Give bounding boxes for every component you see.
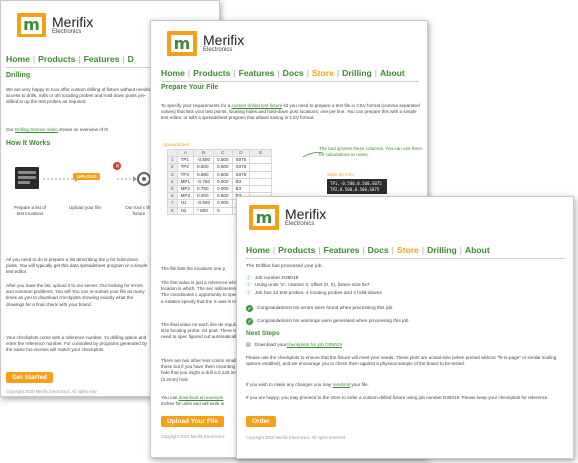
main-nav: Home | Products | Features | D bbox=[6, 54, 134, 64]
sheet-row: 4 MP1 -0.750 0.000 B3 bbox=[167, 177, 273, 186]
check-icon: ✓ bbox=[246, 318, 253, 325]
window-job-processed: m Merifix Electronics Home | Products | Feat… bbox=[236, 196, 574, 459]
logo-mark: m bbox=[249, 205, 279, 230]
nav-docs[interactable]: D bbox=[128, 54, 134, 64]
how-it-works-diagram: ✕ UPLOAD Prepare a list of test location… bbox=[13, 161, 153, 231]
drilling-video-link[interactable]: Drilling Service video bbox=[15, 127, 58, 132]
paragraph-upload: After you have the list, upload it to ou… bbox=[6, 283, 145, 307]
nav-about[interactable]: About bbox=[380, 68, 405, 78]
info-icon: ⓘ bbox=[246, 276, 251, 281]
site-logo[interactable]: m Merifix Electronics bbox=[17, 13, 93, 37]
svg-text:✕: ✕ bbox=[115, 163, 120, 170]
nav-divider bbox=[161, 81, 419, 82]
nav-home[interactable]: Home bbox=[161, 68, 185, 78]
nav-store[interactable]: Store bbox=[312, 68, 334, 78]
site-logo[interactable]: m Merifix Electronics bbox=[167, 31, 244, 56]
site-logo[interactable]: m Merifix Electronics bbox=[249, 205, 326, 230]
nav-features[interactable]: Features bbox=[324, 245, 360, 255]
tool-note: The tool ignores these columns. You can … bbox=[319, 146, 422, 157]
brand-name: Merifix bbox=[52, 13, 94, 30]
paragraph-final-value: The final value on each line de regular … bbox=[161, 322, 243, 340]
intro-text: We are very happy to now offer custom dr… bbox=[6, 87, 153, 105]
nav-products[interactable]: Products bbox=[193, 68, 230, 78]
paragraph-checkplots: Your checkplots come with a reference nu… bbox=[6, 335, 147, 353]
nav-docs[interactable]: Docs bbox=[368, 245, 389, 255]
nav-products[interactable]: Products bbox=[278, 245, 315, 255]
copyright: Copyright 2020 Merifix Electronics bbox=[161, 434, 225, 439]
download-example-link[interactable]: download an example bbox=[179, 395, 224, 400]
paragraph-lists: The file lists the locations one p bbox=[161, 266, 226, 271]
intro-paragraph: To specify your requirements for a custo… bbox=[161, 103, 420, 121]
nav-features[interactable]: Features bbox=[239, 68, 275, 78]
checkplots-link[interactable]: checkplots for job D35019 bbox=[287, 343, 342, 348]
job-details: ⓘ Job number D35019 ⓘ Using units 'in', ro… bbox=[246, 276, 382, 296]
copyright: Copyright 2020 Merifix Electronics. All … bbox=[6, 389, 97, 394]
nav-features[interactable]: Features bbox=[84, 54, 120, 64]
get-started-button[interactable]: Get Started bbox=[6, 372, 54, 383]
download-checkplots: ▤ Download your checkplots for job D35019 bbox=[246, 343, 343, 348]
spreadsheet-caption: Spreadsheet bbox=[163, 142, 190, 147]
check-icon: ✓ bbox=[246, 305, 253, 312]
congrats-warnings: ✓ Congratulations! No warnings were gener… bbox=[246, 318, 410, 325]
sheet-row: 3 TP3 0.980 0.500 S075 bbox=[167, 170, 273, 179]
custom-fixture-link[interactable]: custom drilled test fixture bbox=[231, 103, 282, 108]
upload-your-file-button[interactable]: Upload Your File bbox=[161, 416, 225, 427]
nav-drilling[interactable]: Drilling bbox=[427, 245, 457, 255]
nav-docs[interactable]: Docs bbox=[283, 68, 304, 78]
nav-divider bbox=[246, 258, 565, 259]
brand-name: Merifix bbox=[203, 32, 245, 49]
logo-mark: m bbox=[17, 13, 46, 37]
step-3-label: Our tool c the fixture bbox=[125, 205, 153, 217]
upload-tag: UPLOAD bbox=[73, 173, 101, 180]
nav-home[interactable]: Home bbox=[6, 54, 30, 64]
order-paragraph: If you are happy, you may proceed to the… bbox=[246, 395, 549, 400]
copyright: Copyright 2019 Merifix Electronics. All … bbox=[246, 435, 347, 440]
main-nav: Home | Products | Features | Docs | Store | Drilli… bbox=[161, 68, 405, 78]
paragraph-prepare: All you need to do is prepare a list des… bbox=[6, 257, 148, 275]
resubmit-link[interactable]: resubmit bbox=[333, 382, 351, 387]
how-it-works-title: How It Works bbox=[6, 140, 51, 147]
resubmit-paragraph: If you wish to make any changes you may … bbox=[246, 382, 369, 387]
nav-home[interactable]: Home bbox=[246, 245, 270, 255]
sheet-row: 5 MP2 0.750 0.000 B3 bbox=[167, 184, 273, 194]
document-icon: ▤ bbox=[246, 343, 251, 348]
csv-label: Save as CSV bbox=[327, 172, 355, 177]
next-steps-title: Next Steps bbox=[246, 330, 280, 337]
main-nav: Home | Products | Features | Docs | Store | Drilli… bbox=[246, 245, 490, 255]
logo-mark: m bbox=[167, 31, 197, 56]
step-2-label: Upload your file bbox=[69, 205, 101, 210]
workflow-graphic: ✕ bbox=[15, 162, 151, 189]
sheet-row: 1 TP1 -0.500 0.500 S075 bbox=[167, 156, 273, 165]
step-1-label: Prepare a list of test locations bbox=[13, 205, 47, 217]
congrats-errors: ✓ Congratulations! No errors were found w… bbox=[246, 305, 394, 312]
page-title: Prepare Your File bbox=[161, 84, 219, 91]
order-button[interactable]: Order bbox=[246, 416, 276, 427]
checkplots-instructions: Please use the checkplots to ensure that… bbox=[246, 355, 557, 367]
sheet-row: 2 TP2 0.500 0.500 S075 bbox=[167, 163, 273, 172]
paragraph-example: You can download an example inches for u… bbox=[161, 395, 225, 407]
info-icon: ⓘ bbox=[246, 290, 251, 296]
csv-preview: TP1,-0.500,0.500,S075 TP2,0.500,0.500,S0… bbox=[327, 179, 387, 195]
info-icon: ⓘ bbox=[246, 283, 251, 289]
page-title: Drilling bbox=[6, 72, 31, 79]
processed-message: The Drillbot has processed your job. bbox=[246, 264, 323, 269]
brand-name: Merifix bbox=[285, 206, 327, 223]
video-paragraph: Our Drilling Service video shows an over… bbox=[6, 127, 109, 132]
nav-drilling[interactable]: Drilling bbox=[342, 68, 372, 78]
nav-about[interactable]: About bbox=[465, 245, 490, 255]
paragraph-reference: The first value is just a reference whic… bbox=[161, 280, 243, 304]
paragraph-less-common: There are two other less comm small thes… bbox=[161, 358, 240, 382]
nav-products[interactable]: Products bbox=[38, 54, 75, 64]
brand-sub: Electronics bbox=[285, 221, 315, 228]
brand-sub: Electronics bbox=[203, 47, 233, 54]
nav-store[interactable]: Store bbox=[397, 245, 419, 255]
